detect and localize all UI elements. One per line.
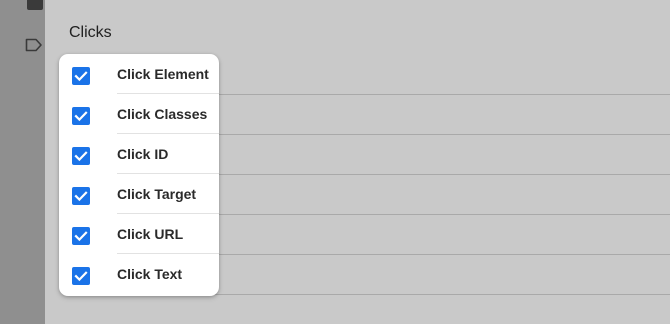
checkbox-click-element[interactable] <box>72 67 90 85</box>
variable-label: Click ID <box>117 146 169 162</box>
checkbox-click-target[interactable] <box>72 187 90 205</box>
clicks-variables-popup: Click Element Click Classes Click ID Cli… <box>59 54 219 296</box>
checkbox-click-id[interactable] <box>72 147 90 165</box>
checkmark-icon <box>74 231 88 242</box>
variable-label: Click URL <box>117 226 184 242</box>
checkbox-click-text[interactable] <box>72 267 90 285</box>
left-navigation-rail <box>0 0 45 324</box>
checkmark-icon <box>74 151 88 162</box>
label-tag-icon[interactable] <box>25 38 43 52</box>
checkbox-click-classes[interactable] <box>72 107 90 125</box>
checkmark-icon <box>74 111 88 122</box>
variable-label: Click Target <box>117 186 197 202</box>
variable-row-click-target[interactable]: Click Target <box>59 174 219 214</box>
variable-label: Click Element <box>117 66 209 82</box>
checkmark-icon <box>74 71 88 82</box>
variable-row-click-classes[interactable]: Click Classes <box>59 94 219 134</box>
section-title: Clicks <box>69 24 112 41</box>
screen: Clicks Click Element Click Classes Click… <box>0 0 670 324</box>
variable-row-click-element[interactable]: Click Element <box>59 54 219 94</box>
checkmark-icon <box>74 191 88 202</box>
variable-label: Click Text <box>117 266 183 282</box>
variable-row-click-id[interactable]: Click ID <box>59 134 219 174</box>
variable-row-click-url[interactable]: Click URL <box>59 214 219 254</box>
variable-row-click-text[interactable]: Click Text <box>59 254 219 294</box>
square-icon[interactable] <box>27 0 43 10</box>
checkbox-click-url[interactable] <box>72 227 90 245</box>
variable-label: Click Classes <box>117 106 208 122</box>
checkmark-icon <box>74 271 88 282</box>
